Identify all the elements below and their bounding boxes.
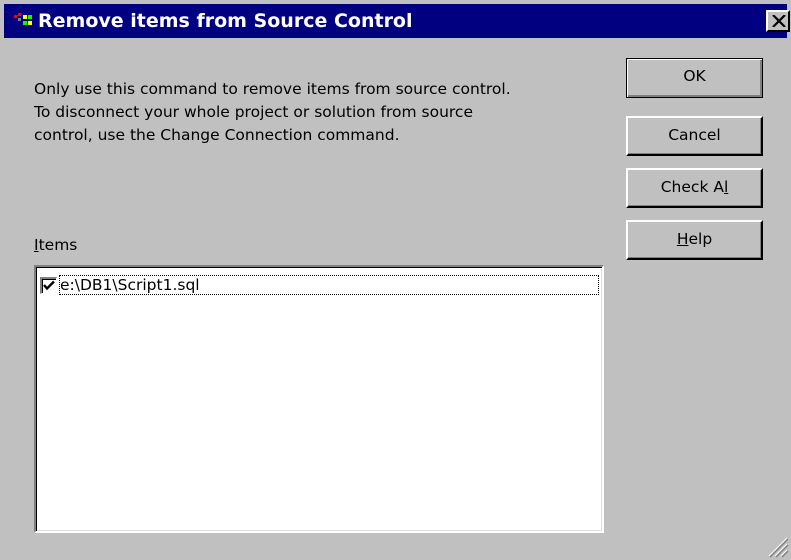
close-button[interactable]	[766, 10, 790, 32]
instruction-text: Only use this command to remove items fr…	[34, 78, 594, 147]
help-label: elp	[688, 230, 713, 248]
instruction-line: Only use this command to remove items fr…	[34, 80, 511, 98]
items-listbox[interactable]: e:\DB1\Script1.sql	[34, 265, 604, 533]
check-all-button[interactable]: Check Al	[626, 168, 763, 208]
title-bar[interactable]: Remove items from Source Control	[4, 4, 790, 38]
checkmark-icon	[43, 280, 55, 291]
window-title: Remove items from Source Control	[38, 10, 413, 32]
instruction-line: To disconnect your whole project or solu…	[34, 103, 473, 121]
ok-button[interactable]: OK	[626, 58, 763, 98]
instruction-line: control, use the Change Connection comma…	[34, 126, 400, 144]
close-icon	[772, 15, 786, 27]
items-label-text: tems	[38, 236, 78, 254]
item-path: e:\DB1\Script1.sql	[59, 275, 599, 295]
check-all-label: Check A	[660, 178, 724, 196]
help-mnemonic: H	[676, 230, 689, 248]
check-all-mnemonic: l	[723, 178, 729, 196]
help-button[interactable]: Help	[626, 220, 763, 260]
resize-grip-icon[interactable]	[765, 534, 789, 558]
app-icon	[14, 13, 32, 25]
list-item[interactable]: e:\DB1\Script1.sql	[40, 275, 602, 297]
dialog-window: Remove items from Source Control Only us…	[0, 0, 791, 560]
cancel-button[interactable]: Cancel	[626, 116, 763, 156]
item-checkbox[interactable]	[40, 277, 57, 294]
items-label: Items	[34, 236, 77, 254]
